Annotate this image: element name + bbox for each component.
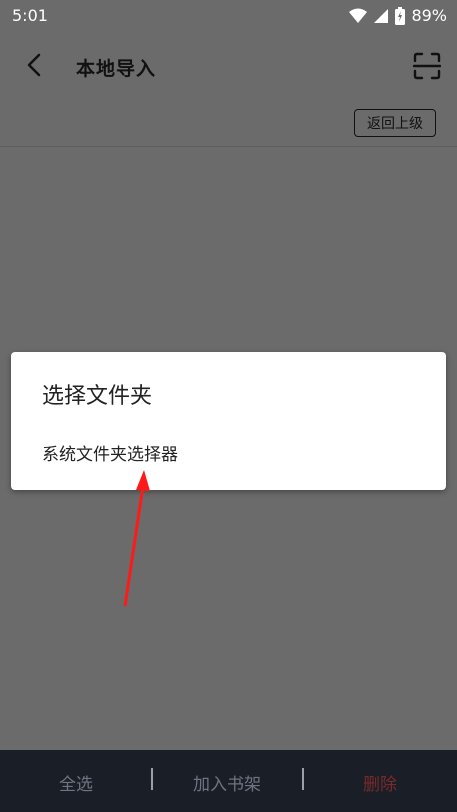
cellular-icon <box>374 8 389 23</box>
divider <box>302 768 304 790</box>
back-icon[interactable] <box>22 51 50 79</box>
battery-percent: 89% <box>411 6 447 25</box>
status-bar: 5:01 89% <box>0 0 457 32</box>
select-folder-dialog: 选择文件夹 系统文件夹选择器 <box>11 352 446 490</box>
dialog-title: 选择文件夹 <box>42 384 153 409</box>
bottom-action-bar: 全选 加入书架 删除 <box>0 750 457 812</box>
scan-icon[interactable] <box>413 52 441 80</box>
app-bar: 本地导入 <box>0 32 457 102</box>
system-folder-picker-option[interactable]: 系统文件夹选择器 <box>42 440 178 465</box>
up-level-button[interactable]: 返回上级 <box>354 109 436 137</box>
status-time: 5:01 <box>12 6 48 25</box>
select-all-button[interactable]: 全选 <box>59 770 93 795</box>
delete-button[interactable]: 删除 <box>363 770 397 795</box>
battery-icon <box>395 6 406 25</box>
add-to-shelf-button[interactable]: 加入书架 <box>193 770 261 795</box>
page-title: 本地导入 <box>76 58 157 80</box>
folder-toolbar: 返回上级 <box>0 102 457 147</box>
wifi-icon <box>349 8 368 23</box>
status-icons: 89% <box>349 6 447 25</box>
divider <box>151 768 153 790</box>
